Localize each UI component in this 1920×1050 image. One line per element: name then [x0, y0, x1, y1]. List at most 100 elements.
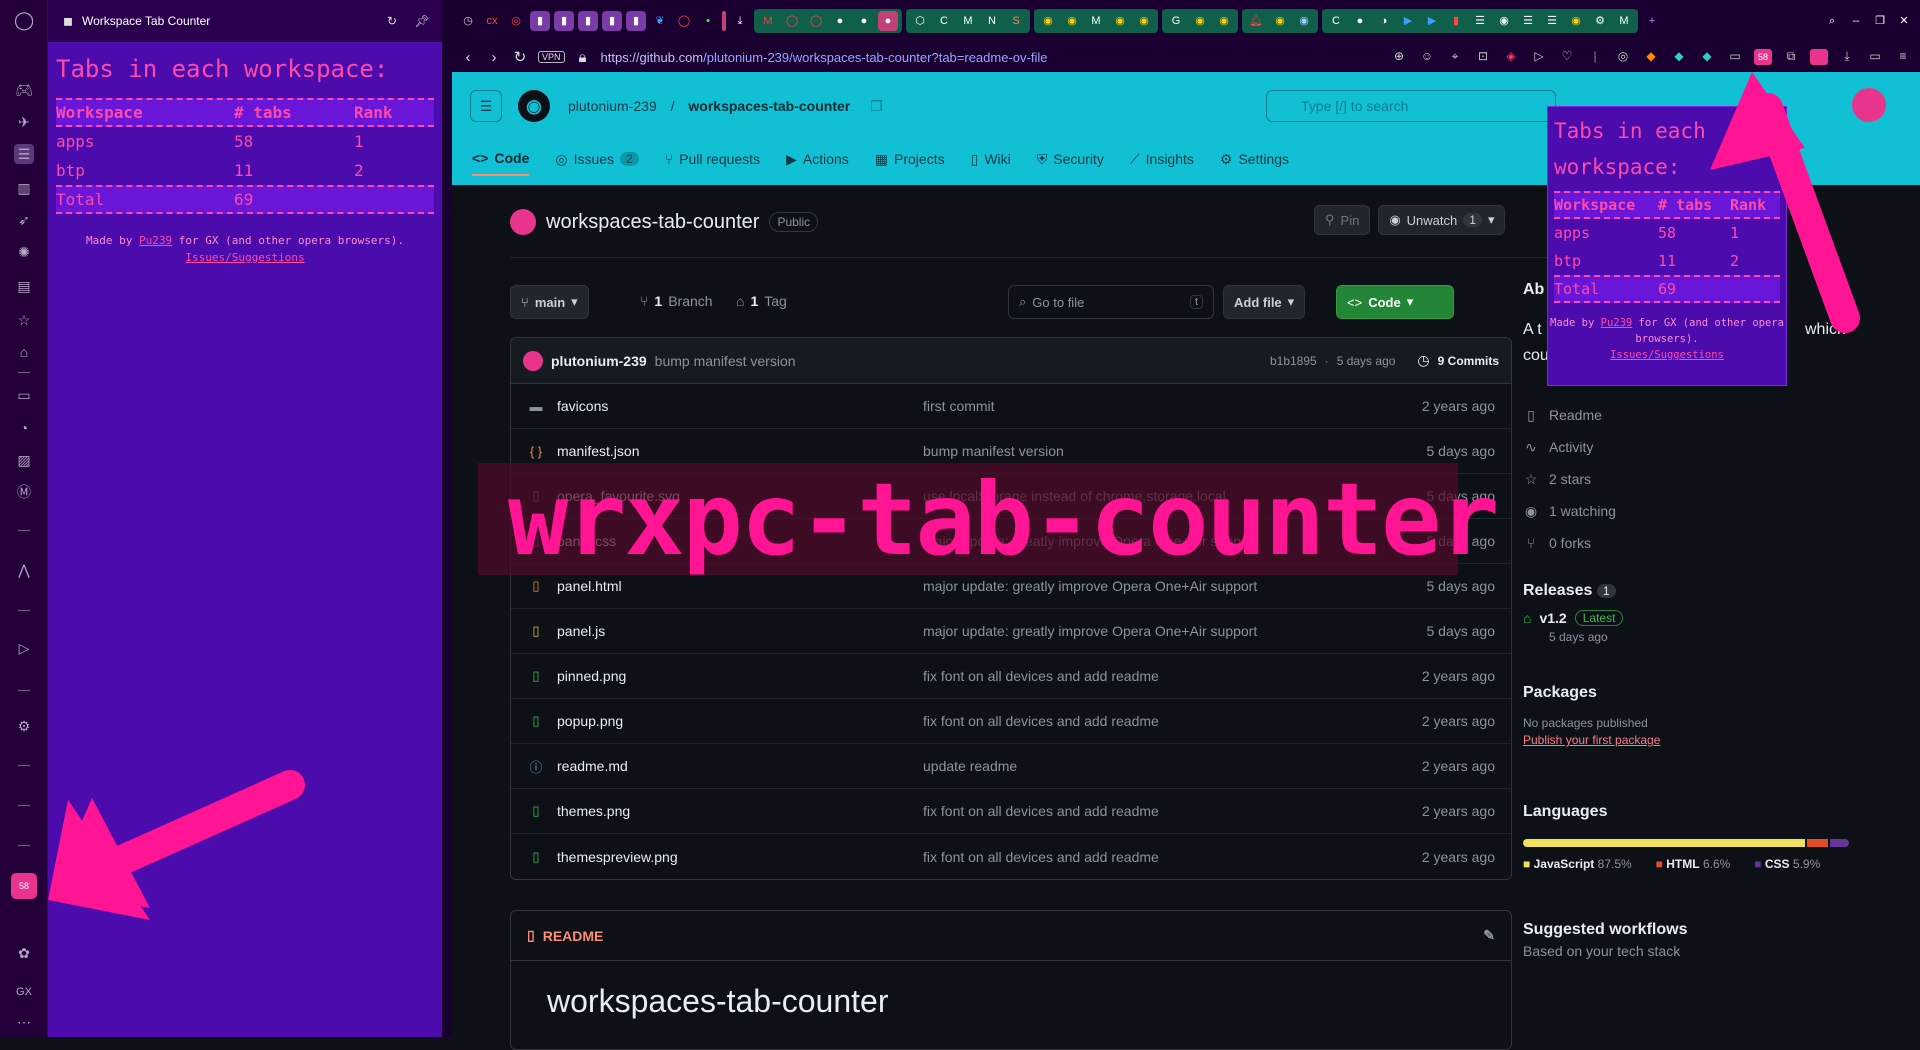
tab-favicon[interactable]: ▶ [1422, 11, 1442, 31]
tab-favicon[interactable]: ◯ [782, 11, 802, 31]
repo-name[interactable]: workspaces-tab-counter [546, 211, 759, 234]
controller-icon[interactable]: 🎮︎ [14, 80, 34, 100]
send-icon[interactable]: ▷ [14, 638, 34, 658]
chrome-tab-icon[interactable]: ◉ [1270, 11, 1290, 31]
chrome-tab-icon[interactable]: ◉ [1110, 11, 1130, 31]
tab-favicon[interactable]: ▮ [626, 11, 646, 31]
workspace-tab-counter-icon[interactable]: 58 [11, 873, 37, 899]
opera-logo-icon[interactable]: ◯ [14, 10, 34, 30]
extension-icon[interactable]: ◆ [1698, 49, 1716, 65]
tab-favicon[interactable]: ▶ [1398, 11, 1418, 31]
tab-favicon[interactable]: S [1006, 11, 1026, 31]
cherry-icon[interactable]: ✿ [14, 943, 34, 963]
commit-message[interactable]: first commit [923, 398, 1422, 414]
settings-icon[interactable]: ⚙ [14, 716, 34, 736]
table-row[interactable]: ▯ pinned.png fix font on all devices and a… [511, 654, 1511, 699]
extension-icon[interactable]: ◆ [1670, 49, 1688, 65]
add-file-button[interactable]: Add file ▾ [1223, 285, 1306, 319]
tab-favicon[interactable]: ◉ [1494, 11, 1514, 31]
repo-link[interactable]: workspaces-tab-counter [688, 98, 850, 114]
language-item[interactable]: ■ CSS 5.9% [1754, 857, 1820, 871]
tab-favicon[interactable]: G [1166, 11, 1186, 31]
tab-favicon[interactable]: ⬡ [910, 11, 930, 31]
author-link[interactable]: Pu239 [139, 234, 172, 247]
controller2-icon[interactable]: ▭ [14, 385, 34, 405]
search-tabs-icon[interactable]: ⌕ [1822, 11, 1842, 31]
publish-package-link[interactable]: Publish your first package [1523, 733, 1843, 747]
tab-favicon[interactable]: ▮ [602, 11, 622, 31]
tab-security[interactable]: ⛨ Security [1037, 150, 1104, 176]
github-logo-icon[interactable]: ◉ [518, 90, 550, 122]
tab-favicon[interactable]: ☰ [1518, 11, 1538, 31]
releases-heading[interactable]: Releases 1 [1523, 582, 1843, 600]
pin-icon[interactable]: 📌︎ [412, 14, 432, 28]
table-row[interactable]: ▯ panel.js major update: greatly improve O… [511, 609, 1511, 654]
extension-icon[interactable]: ◆ [1642, 49, 1660, 65]
tab-favicon[interactable]: ▮ [530, 11, 550, 31]
sidebar-link[interactable]: ◉ 1 watching [1523, 495, 1843, 527]
github-tab-icon[interactable]: ● [878, 11, 898, 31]
extension-icon[interactable]: ▭ [1726, 49, 1744, 65]
crop-icon[interactable]: ⊡ [1474, 49, 1492, 65]
file-name[interactable]: panel.js [557, 623, 923, 639]
gauge-icon[interactable]: ◔ [14, 418, 34, 438]
file-name[interactable]: readme.md [557, 758, 923, 774]
star-icon[interactable]: ☆ [14, 310, 34, 330]
sidebar-list-icon[interactable]: ☰ [14, 144, 34, 164]
gear-badge-icon[interactable]: ✺ [14, 242, 34, 262]
pin-button[interactable]: ⚲ Pin [1314, 205, 1371, 235]
panel-resize-handle[interactable] [442, 0, 452, 1037]
tab-favicon[interactable]: • [698, 11, 718, 31]
forward-icon[interactable]: › [486, 49, 502, 66]
downloads-icon[interactable]: ⤓ [1838, 49, 1856, 65]
go-to-file-input[interactable]: ⌕ Go to file t [1008, 285, 1214, 319]
battery-icon[interactable]: ▭ [1866, 49, 1884, 65]
commit-message[interactable]: major update: greatly improve Opera One+… [923, 623, 1427, 639]
pocket-icon[interactable]: ◈ [1502, 49, 1520, 65]
history-icon[interactable]: ◷ [458, 11, 478, 31]
tab-pull-requests[interactable]: ⑂ Pull requests [665, 150, 760, 176]
maximize-icon[interactable]: ❐ [1870, 11, 1890, 31]
emoji-icon[interactable]: ☺ [1418, 49, 1436, 65]
back-icon[interactable]: ‹ [460, 49, 476, 66]
tab-favicon[interactable]: ◯ [806, 11, 826, 31]
author-link[interactable]: Pu239 [1601, 317, 1633, 329]
search-input[interactable]: Type [/] to search [1266, 90, 1556, 122]
tab-favicon[interactable]: cx [482, 11, 502, 31]
tab-issues[interactable]: ◎ Issues 2 [555, 150, 639, 176]
table-row[interactable]: ▯ popup.png fix font on all devices and ad… [511, 699, 1511, 744]
tags-link[interactable]: ⌂ 1 Tag [736, 293, 787, 309]
new-tab-icon[interactable]: + [1642, 11, 1662, 31]
issues-link[interactable]: Issues/Suggestions [1610, 349, 1724, 361]
sidebar-link[interactable]: ☆ 2 stars [1523, 463, 1843, 495]
twitch-icon[interactable]: ✈ [14, 112, 34, 132]
tab-favicon[interactable]: C [934, 11, 954, 31]
file-name[interactable]: manifest.json [557, 443, 923, 459]
commit-message[interactable]: fix font on all devices and add readme [923, 668, 1422, 684]
tab-favicon[interactable]: ❦ [650, 11, 670, 31]
commit-message[interactable]: bump manifest version [655, 353, 1262, 369]
tab-favicon[interactable]: ◉ [1294, 11, 1314, 31]
release-item[interactable]: ⌂ v1.2 Latest [1523, 610, 1843, 626]
commit-message[interactable]: bump manifest version [923, 443, 1427, 459]
profile-icon[interactable] [1810, 49, 1828, 65]
tab-favicon[interactable]: ☰ [1470, 11, 1490, 31]
tab-favicon[interactable]: M [958, 11, 978, 31]
table-row[interactable]: ▯ themespreview.png fix font on all device… [511, 834, 1511, 879]
tab-favicon[interactable]: 🔔︎ [1246, 11, 1266, 31]
url-field[interactable]: https://github.com/plutonium-239/workspa… [601, 50, 1380, 65]
owner-link[interactable]: plutonium-239 [568, 98, 657, 114]
commit-message[interactable]: fix font on all devices and add readme [923, 803, 1422, 819]
file-name[interactable]: themes.png [557, 803, 923, 819]
commit-hash[interactable]: b1b1895 [1270, 354, 1317, 368]
bag-icon[interactable]: ⌂ [14, 342, 34, 362]
menu-icon[interactable]: ≡ [1894, 49, 1912, 65]
tab-favicon[interactable]: C [1326, 11, 1346, 31]
sidebar-link[interactable]: ▯ Readme [1523, 399, 1843, 431]
tab-projects[interactable]: ▦ Projects [875, 150, 945, 176]
doc-icon[interactable]: ▤ [14, 276, 34, 296]
readme-tab[interactable]: README [543, 928, 604, 944]
packages-heading[interactable]: Packages [1523, 684, 1843, 702]
tab-favicon[interactable]: ▮ [554, 11, 574, 31]
github-tab-icon[interactable]: ● [830, 11, 850, 31]
